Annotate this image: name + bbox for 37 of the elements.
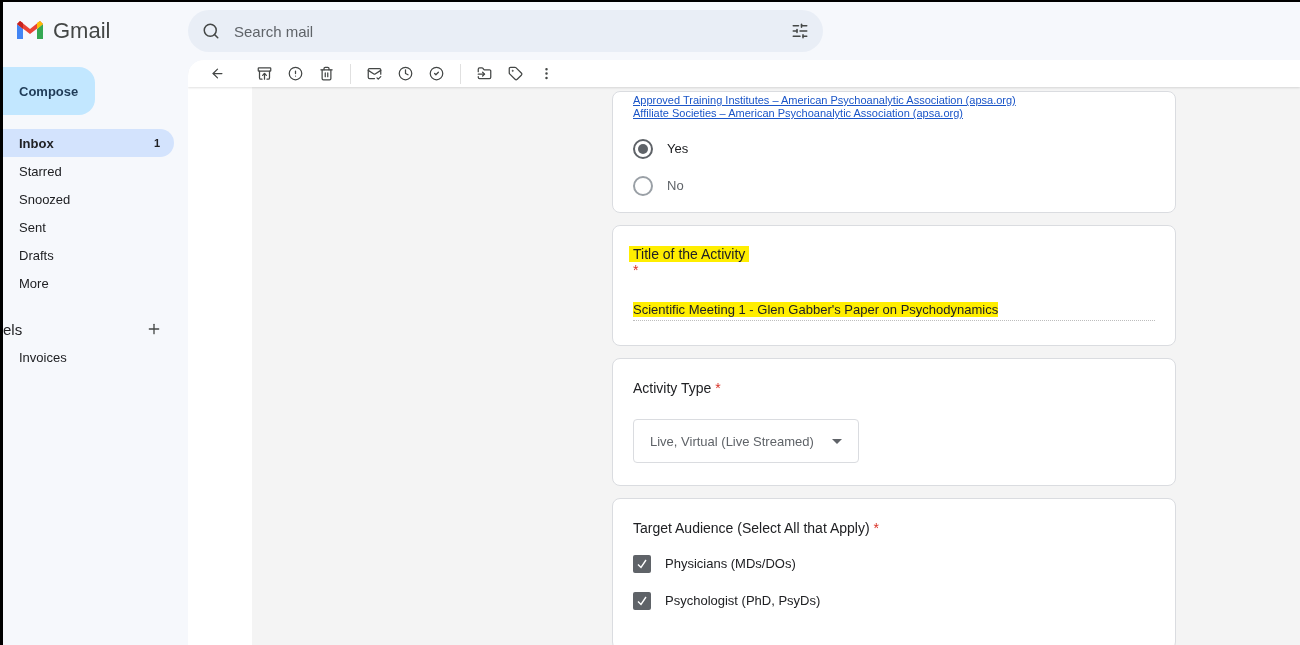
add-icon[interactable] — [146, 321, 162, 337]
radio-button[interactable] — [633, 138, 653, 159]
question-title: Target Audience (Select All that Apply) — [633, 520, 870, 536]
required-mark: * — [633, 262, 640, 278]
option-label: Physicians (MDs/DOs) — [665, 556, 796, 571]
nav-item[interactable]: More — [3, 269, 174, 297]
check-icon — [636, 557, 648, 570]
required-mark: * — [873, 520, 880, 536]
unread-count: 1 — [153, 137, 160, 149]
required-mark: * — [715, 380, 721, 396]
dropdown[interactable]: Live, Virtual (Live Streamed) — [633, 419, 859, 463]
gmail-logo-icon — [17, 21, 43, 41]
option-label: Psychologist (PhD, PsyDs) — [665, 593, 821, 608]
compose-button[interactable]: Compose — [3, 67, 95, 115]
label-item[interactable]: Invoices — [3, 343, 174, 371]
labels-heading: els — [3, 320, 23, 338]
option-label: Yes — [667, 141, 689, 156]
search-bar[interactable]: Search mail — [188, 10, 823, 52]
link[interactable]: Affiliate Societies – American Psychoanalytic Association (apsa.org) — [633, 107, 1155, 120]
search-field[interactable]: Search mail — [232, 21, 779, 41]
nav-item[interactable]: Sent — [3, 213, 174, 241]
question-title: Activity Type — [633, 380, 712, 396]
option-label: No — [667, 178, 684, 193]
nav-item[interactable]: Drafts — [3, 241, 174, 269]
nav-item[interactable]: Starred — [3, 157, 174, 185]
checkbox[interactable] — [633, 591, 651, 610]
link[interactable]: Approved Training Institutes – American Psychoanalytic Association (apsa.org) — [633, 94, 1155, 107]
check-icon — [636, 594, 648, 607]
search-icon — [202, 22, 220, 40]
question-title: Title of the Activity — [629, 246, 750, 262]
nav-item[interactable]: Snoozed — [3, 185, 174, 213]
checkbox[interactable] — [633, 554, 651, 573]
radio-button[interactable] — [633, 175, 653, 196]
filter-icon[interactable] — [791, 22, 809, 40]
app-name: Gmail — [53, 18, 111, 44]
caret-icon — [831, 438, 842, 444]
nav-item[interactable]: Inbox 1 — [3, 129, 174, 157]
